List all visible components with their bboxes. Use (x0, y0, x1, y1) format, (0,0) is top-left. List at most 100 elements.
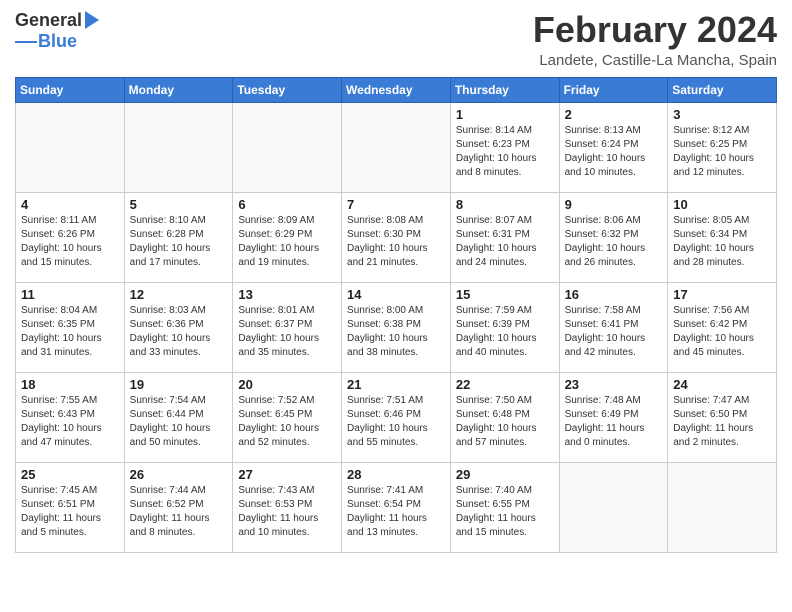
day-number: 16 (565, 287, 663, 302)
day-number: 18 (21, 377, 119, 392)
day-info: Sunrise: 8:01 AM Sunset: 6:37 PM Dayligh… (238, 304, 336, 360)
calendar-empty-cell (16, 102, 125, 192)
calendar-day-29: 29 Sunrise: 7:40 AM Sunset: 6:55 PM Dayli… (450, 462, 559, 552)
day-number: 9 (565, 197, 663, 212)
month-title: February 2024 (533, 10, 777, 50)
day-info: Sunrise: 8:05 AM Sunset: 6:34 PM Dayligh… (673, 214, 771, 270)
weekday-header-thursday: Thursday (450, 77, 559, 102)
calendar-week-row: 1 Sunrise: 8:14 AM Sunset: 6:23 PM Daylig… (16, 102, 777, 192)
day-info: Sunrise: 7:48 AM Sunset: 6:49 PM Dayligh… (565, 394, 663, 450)
day-number: 28 (347, 467, 445, 482)
calendar-day-28: 28 Sunrise: 7:41 AM Sunset: 6:54 PM Dayli… (342, 462, 451, 552)
day-info: Sunrise: 7:54 AM Sunset: 6:44 PM Dayligh… (130, 394, 228, 450)
weekday-header-saturday: Saturday (668, 77, 777, 102)
calendar-day-11: 11Sunrise: 8:04 AM Sunset: 6:35 PM Dayli… (16, 282, 125, 372)
day-number: 19 (130, 377, 228, 392)
weekday-header-wednesday: Wednesday (342, 77, 451, 102)
day-number: 27 (238, 467, 336, 482)
day-number: 26 (130, 467, 228, 482)
calendar-day-9: 9Sunrise: 8:06 AM Sunset: 6:32 PM Daylig… (559, 192, 668, 282)
day-number: 12 (130, 287, 228, 302)
calendar-day-2: 2Sunrise: 8:13 AM Sunset: 6:24 PM Daylig… (559, 102, 668, 192)
day-number: 25 (21, 467, 119, 482)
day-info: Sunrise: 8:07 AM Sunset: 6:31 PM Dayligh… (456, 214, 554, 270)
calendar-day-8: 8 Sunrise: 8:07 AM Sunset: 6:31 PM Daylig… (450, 192, 559, 282)
calendar-day-24: 24Sunrise: 7:47 AM Sunset: 6:50 PM Dayli… (668, 372, 777, 462)
calendar-day-3: 3Sunrise: 8:12 AM Sunset: 6:25 PM Daylig… (668, 102, 777, 192)
day-info: Sunrise: 7:41 AM Sunset: 6:54 PM Dayligh… (347, 484, 445, 540)
weekday-header-row: SundayMondayTuesdayWednesdayThursdayFrid… (16, 77, 777, 102)
calendar-day-5: 5 Sunrise: 8:10 AM Sunset: 6:28 PM Daylig… (124, 192, 233, 282)
day-number: 10 (673, 197, 771, 212)
day-info: Sunrise: 8:10 AM Sunset: 6:28 PM Dayligh… (130, 214, 228, 270)
day-info: Sunrise: 7:45 AM Sunset: 6:51 PM Dayligh… (21, 484, 119, 540)
day-info: Sunrise: 8:11 AM Sunset: 6:26 PM Dayligh… (21, 214, 119, 270)
calendar-empty-cell (668, 462, 777, 552)
day-number: 4 (21, 197, 119, 212)
logo-blue: Blue (38, 31, 77, 52)
calendar-day-4: 4 Sunrise: 8:11 AM Sunset: 6:26 PM Daylig… (16, 192, 125, 282)
calendar-week-row: 18 Sunrise: 7:55 AM Sunset: 6:43 PM Dayli… (16, 372, 777, 462)
calendar-empty-cell (559, 462, 668, 552)
weekday-header-monday: Monday (124, 77, 233, 102)
calendar-day-19: 19 Sunrise: 7:54 AM Sunset: 6:44 PM Dayli… (124, 372, 233, 462)
day-info: Sunrise: 7:52 AM Sunset: 6:45 PM Dayligh… (238, 394, 336, 450)
calendar-week-row: 11Sunrise: 8:04 AM Sunset: 6:35 PM Dayli… (16, 282, 777, 372)
day-number: 11 (21, 287, 119, 302)
day-number: 22 (456, 377, 554, 392)
day-number: 1 (456, 107, 554, 122)
calendar-day-21: 21 Sunrise: 7:51 AM Sunset: 6:46 PM Dayli… (342, 372, 451, 462)
logo-arrow-icon (85, 11, 99, 29)
day-info: Sunrise: 7:51 AM Sunset: 6:46 PM Dayligh… (347, 394, 445, 450)
day-info: Sunrise: 7:40 AM Sunset: 6:55 PM Dayligh… (456, 484, 554, 540)
calendar-week-row: 4 Sunrise: 8:11 AM Sunset: 6:26 PM Daylig… (16, 192, 777, 282)
calendar-day-23: 23 Sunrise: 7:48 AM Sunset: 6:49 PM Dayli… (559, 372, 668, 462)
day-info: Sunrise: 8:03 AM Sunset: 6:36 PM Dayligh… (130, 304, 228, 360)
calendar-table: SundayMondayTuesdayWednesdayThursdayFrid… (15, 77, 777, 553)
calendar-day-20: 20 Sunrise: 7:52 AM Sunset: 6:45 PM Dayli… (233, 372, 342, 462)
calendar-day-15: 15 Sunrise: 7:59 AM Sunset: 6:39 PM Dayli… (450, 282, 559, 372)
day-info: Sunrise: 8:14 AM Sunset: 6:23 PM Dayligh… (456, 124, 554, 180)
calendar-empty-cell (342, 102, 451, 192)
day-number: 21 (347, 377, 445, 392)
calendar-day-14: 14 Sunrise: 8:00 AM Sunset: 6:38 PM Dayli… (342, 282, 451, 372)
calendar-day-22: 22 Sunrise: 7:50 AM Sunset: 6:48 PM Dayli… (450, 372, 559, 462)
calendar-day-25: 25 Sunrise: 7:45 AM Sunset: 6:51 PM Dayli… (16, 462, 125, 552)
calendar-day-26: 26 Sunrise: 7:44 AM Sunset: 6:52 PM Dayli… (124, 462, 233, 552)
day-info: Sunrise: 7:58 AM Sunset: 6:41 PM Dayligh… (565, 304, 663, 360)
day-number: 13 (238, 287, 336, 302)
calendar-day-17: 17 Sunrise: 7:56 AM Sunset: 6:42 PM Dayli… (668, 282, 777, 372)
day-info: Sunrise: 8:13 AM Sunset: 6:24 PM Dayligh… (565, 124, 663, 180)
calendar-empty-cell (124, 102, 233, 192)
day-info: Sunrise: 8:00 AM Sunset: 6:38 PM Dayligh… (347, 304, 445, 360)
day-info: Sunrise: 7:50 AM Sunset: 6:48 PM Dayligh… (456, 394, 554, 450)
calendar-empty-cell (233, 102, 342, 192)
day-number: 14 (347, 287, 445, 302)
calendar-week-row: 25 Sunrise: 7:45 AM Sunset: 6:51 PM Dayli… (16, 462, 777, 552)
day-info: Sunrise: 7:43 AM Sunset: 6:53 PM Dayligh… (238, 484, 336, 540)
title-area: February 2024 Landete, Castille-La Manch… (533, 10, 777, 69)
day-info: Sunrise: 7:55 AM Sunset: 6:43 PM Dayligh… (21, 394, 119, 450)
weekday-header-sunday: Sunday (16, 77, 125, 102)
day-info: Sunrise: 7:56 AM Sunset: 6:42 PM Dayligh… (673, 304, 771, 360)
logo: General Blue (15, 10, 99, 52)
header: General Blue February 2024 Landete, Cast… (15, 10, 777, 69)
day-info: Sunrise: 8:09 AM Sunset: 6:29 PM Dayligh… (238, 214, 336, 270)
day-number: 5 (130, 197, 228, 212)
day-number: 20 (238, 377, 336, 392)
day-info: Sunrise: 7:59 AM Sunset: 6:39 PM Dayligh… (456, 304, 554, 360)
day-number: 23 (565, 377, 663, 392)
calendar-day-1: 1 Sunrise: 8:14 AM Sunset: 6:23 PM Daylig… (450, 102, 559, 192)
calendar-day-18: 18 Sunrise: 7:55 AM Sunset: 6:43 PM Dayli… (16, 372, 125, 462)
day-number: 29 (456, 467, 554, 482)
day-number: 15 (456, 287, 554, 302)
calendar-day-13: 13 Sunrise: 8:01 AM Sunset: 6:37 PM Dayli… (233, 282, 342, 372)
location-title: Landete, Castille-La Mancha, Spain (533, 52, 777, 69)
day-info: Sunrise: 7:44 AM Sunset: 6:52 PM Dayligh… (130, 484, 228, 540)
calendar-day-16: 16 Sunrise: 7:58 AM Sunset: 6:41 PM Dayli… (559, 282, 668, 372)
calendar-day-6: 6Sunrise: 8:09 AM Sunset: 6:29 PM Daylig… (233, 192, 342, 282)
calendar-day-12: 12 Sunrise: 8:03 AM Sunset: 6:36 PM Dayli… (124, 282, 233, 372)
day-number: 8 (456, 197, 554, 212)
weekday-header-tuesday: Tuesday (233, 77, 342, 102)
day-number: 17 (673, 287, 771, 302)
